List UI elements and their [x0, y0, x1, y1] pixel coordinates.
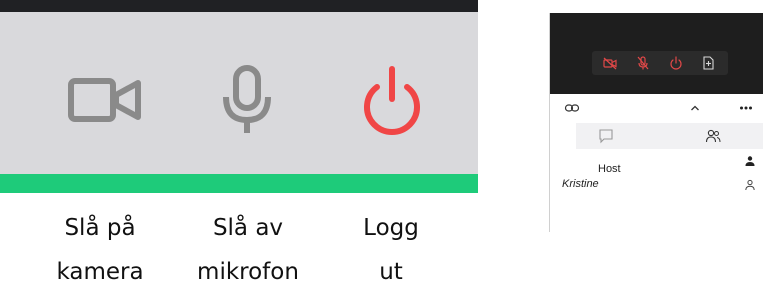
chevron-up-icon	[691, 105, 699, 111]
side-panel-tabs	[576, 123, 763, 149]
video-camera-icon	[68, 78, 141, 122]
toolbar-green-bar	[0, 174, 478, 193]
share-file-icon	[703, 56, 714, 70]
collapse-panel-button[interactable]	[687, 100, 703, 116]
toolbar-zoom	[0, 0, 484, 200]
host-user-icon	[744, 155, 756, 167]
tab-chat[interactable]	[597, 127, 615, 145]
user-filled-icon	[745, 156, 755, 166]
link-icon	[564, 104, 580, 112]
phone-screen: Host Kristine	[549, 13, 763, 232]
power-icon	[670, 56, 682, 70]
participant-user-icon	[744, 179, 756, 191]
camera-off-icon	[603, 57, 617, 70]
camera-toggle-button[interactable]	[602, 55, 618, 71]
toolbar-top-strip	[0, 0, 478, 12]
tab-participants[interactable]	[704, 127, 722, 145]
more-options-button[interactable]	[738, 100, 754, 116]
microphone-icon	[223, 65, 271, 133]
power-icon	[364, 66, 420, 135]
logout-button[interactable]	[352, 65, 432, 135]
camera-caption: Slå på kamera	[56, 215, 144, 285]
mic-off-icon	[637, 56, 649, 70]
host-label: Host	[598, 163, 621, 175]
user-icon	[745, 179, 755, 191]
mic-toggle-button[interactable]	[635, 55, 651, 71]
participants-icon	[705, 129, 721, 143]
logout-caption: Logg ut	[363, 215, 419, 285]
participant-name: Kristine	[562, 178, 599, 190]
more-icon	[740, 106, 752, 110]
camera-button[interactable]	[64, 65, 144, 135]
panel-toolbar	[550, 97, 763, 119]
microphone-button[interactable]	[208, 65, 288, 135]
microphone-caption: Slå av mikrofon	[197, 215, 299, 285]
copy-link-button[interactable]	[564, 100, 580, 116]
share-file-button[interactable]	[700, 55, 716, 71]
leave-call-button[interactable]	[668, 55, 684, 71]
chat-icon	[599, 129, 613, 144]
